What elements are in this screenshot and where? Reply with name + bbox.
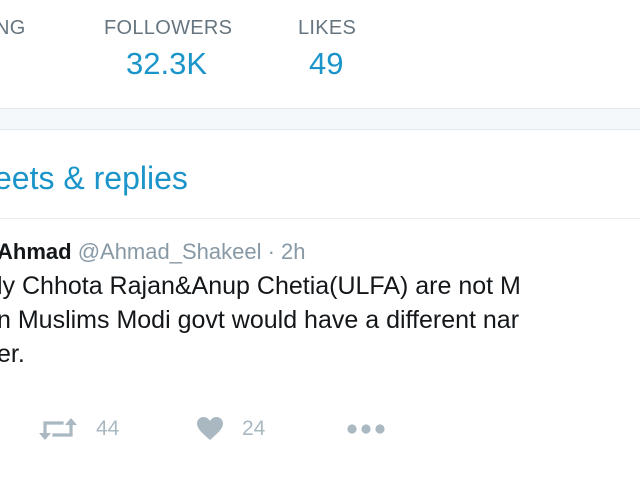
timeline-header: eets & replies bbox=[0, 130, 640, 219]
like-count: 24 bbox=[242, 417, 266, 440]
stat-likes-value: 49 bbox=[309, 46, 344, 81]
section-divider bbox=[0, 109, 640, 129]
stat-followers-label: FOLLOWERS bbox=[104, 17, 233, 39]
stat-following-label: WING bbox=[0, 17, 26, 39]
tweet-header: Ahmad @Ahmad_Shakeel · 2h bbox=[0, 239, 306, 265]
tweet-author-name[interactable]: Ahmad bbox=[0, 239, 72, 264]
stat-likes[interactable]: LIKES 49 bbox=[298, 16, 356, 84]
tweet-author-handle[interactable]: @Ahmad_Shakeel bbox=[78, 239, 262, 264]
tweet-actions: 44 24 bbox=[0, 409, 640, 449]
stat-followers-value: 32.3K bbox=[126, 46, 208, 81]
timeline-card: eets & replies Ahmad @Ahmad_Shakeel · 2h… bbox=[0, 129, 640, 480]
retweet-button[interactable]: 44 bbox=[38, 409, 119, 449]
profile-page: WING FOLLOWERS 32.3K LIKES 49 eets & rep… bbox=[0, 0, 640, 480]
tweet-separator: · bbox=[267, 239, 275, 264]
more-options-button[interactable] bbox=[346, 409, 386, 449]
tweet-timestamp[interactable]: 2h bbox=[281, 239, 305, 264]
stat-likes-label: LIKES bbox=[298, 17, 357, 39]
retweet-icon bbox=[38, 416, 78, 442]
more-dots-icon bbox=[346, 423, 386, 435]
tweet-item[interactable]: Ahmad @Ahmad_Shakeel · 2h ly Chhota Raja… bbox=[0, 219, 640, 480]
tweet-text-line: er. bbox=[0, 340, 25, 368]
tab-tweets-and-replies[interactable]: eets & replies bbox=[0, 160, 188, 197]
tweet-text-line: ly Chhota Rajan&Anup Chetia(ULFA) are no… bbox=[0, 272, 521, 300]
like-button[interactable]: 24 bbox=[196, 409, 265, 449]
tweet-text-line: n Muslims Modi govt would have a differe… bbox=[0, 306, 520, 334]
tweet-text: ly Chhota Rajan&Anup Chetia(ULFA) are no… bbox=[0, 269, 640, 371]
retweet-count: 44 bbox=[96, 417, 120, 440]
profile-stats-bar: WING FOLLOWERS 32.3K LIKES 49 bbox=[0, 0, 640, 109]
stat-following[interactable]: WING bbox=[0, 16, 26, 44]
stat-followers[interactable]: FOLLOWERS 32.3K bbox=[104, 16, 232, 84]
heart-icon bbox=[196, 416, 224, 442]
